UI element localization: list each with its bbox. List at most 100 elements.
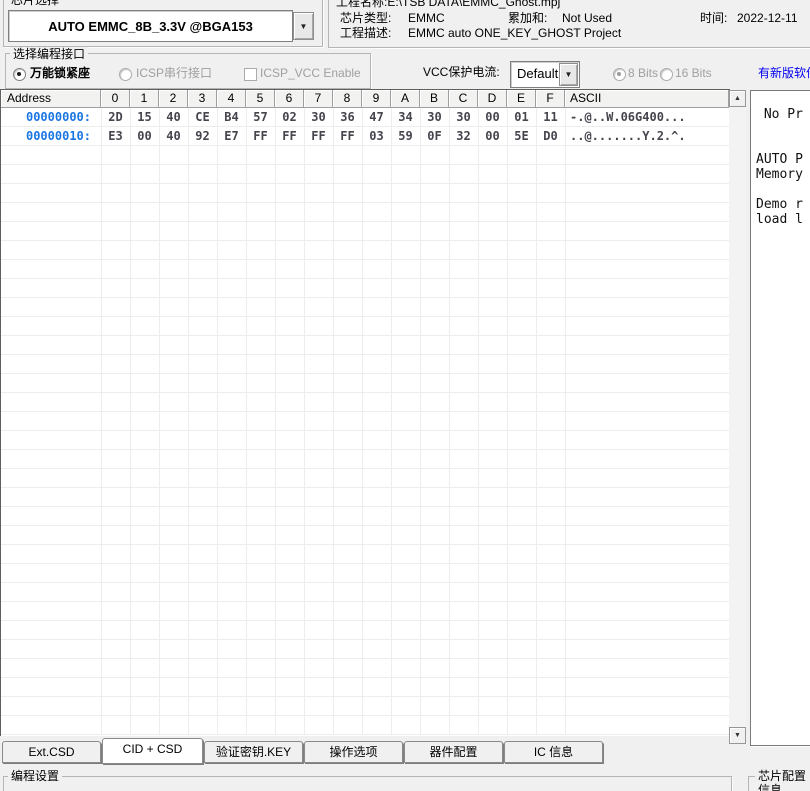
hex-header-cell[interactable]: 0: [101, 90, 130, 108]
hex-row: 00000000:2D1540CEB4570230364734303000011…: [1, 108, 729, 127]
hex-address[interactable]: 00000000:: [1, 108, 101, 127]
hex-header-cell[interactable]: 6: [275, 90, 304, 108]
icsp-vcc-enable-label: ICSP_VCC Enable: [260, 66, 361, 80]
hex-byte-cell[interactable]: FF: [304, 127, 333, 146]
hex-header-cell[interactable]: A: [391, 90, 420, 108]
hex-byte-cell[interactable]: E3: [101, 127, 130, 146]
interface-group-label: 选择编程接口: [10, 47, 88, 61]
hex-byte-cell[interactable]: FF: [275, 127, 304, 146]
hex-header-cell[interactable]: F: [536, 90, 565, 108]
hex-header-cell[interactable]: 9: [362, 90, 391, 108]
tab-verify-key[interactable]: 验证密钥.KEY: [204, 741, 303, 763]
hex-byte-cell[interactable]: FF: [333, 127, 362, 146]
hex-byte-cell[interactable]: 00: [478, 108, 507, 127]
hex-byte-cell[interactable]: 40: [159, 127, 188, 146]
hex-byte-cell[interactable]: 34: [391, 108, 420, 127]
hex-byte-cell[interactable]: 92: [188, 127, 217, 146]
hex-address[interactable]: 00000010:: [1, 127, 101, 146]
hex-byte-cell[interactable]: B4: [217, 108, 246, 127]
hex-byte-cell[interactable]: 40: [159, 108, 188, 127]
hex-byte-cell[interactable]: 00: [130, 127, 159, 146]
hex-header-cell[interactable]: B: [420, 90, 449, 108]
tab-cid-csd[interactable]: CID + CSD: [102, 738, 203, 764]
hex-header-cell[interactable]: 5: [246, 90, 275, 108]
hex-byte-cell[interactable]: 57: [246, 108, 275, 127]
tab-ic-info[interactable]: IC 信息: [504, 741, 603, 763]
vcc-current-label: VCC保护电流:: [423, 65, 500, 79]
hex-byte-cell[interactable]: 00: [478, 127, 507, 146]
scroll-down-button[interactable]: ▼: [729, 727, 746, 744]
hex-byte-cell[interactable]: 32: [449, 127, 478, 146]
vcc-dropdown-button[interactable]: ▼: [559, 63, 578, 86]
hex-header-cell[interactable]: C: [449, 90, 478, 108]
hex-byte-cell[interactable]: 30: [304, 108, 333, 127]
icsp-serial-radio: [119, 68, 132, 81]
chevron-down-icon: ▼: [300, 22, 308, 31]
universal-socket-radio-label[interactable]: 万能锁紧座: [30, 66, 90, 80]
hex-header-cell[interactable]: Address: [1, 90, 101, 108]
hex-row: 00000010:E3004092E7FFFFFFFF03590F32005ED…: [1, 127, 729, 146]
hex-header-cell[interactable]: 7: [304, 90, 333, 108]
hex-byte-cell[interactable]: 59: [391, 127, 420, 146]
hex-byte-cell[interactable]: 03: [362, 127, 391, 146]
vcc-current-value: Default: [517, 66, 558, 81]
app-window: 芯片选择 AUTO EMMC_8B_3.3V @BGA153 ▼ 工程名称:E:…: [0, 0, 810, 791]
hex-byte-cell[interactable]: 36: [333, 108, 362, 127]
hex-grid-vlines: [101, 108, 567, 735]
chip-select-combobox[interactable]: AUTO EMMC_8B_3.3V @BGA153: [8, 10, 293, 42]
hex-byte-cell[interactable]: FF: [246, 127, 275, 146]
time-label: 时间:: [700, 11, 727, 25]
hex-header: Address0123456789ABCDEFASCII: [1, 90, 729, 108]
hex-header-cell[interactable]: D: [478, 90, 507, 108]
hex-header-cell[interactable]: E: [507, 90, 536, 108]
hex-header-cell[interactable]: 4: [217, 90, 246, 108]
icsp-vcc-enable-checkbox: [244, 68, 257, 81]
universal-socket-radio[interactable]: [13, 68, 26, 81]
time-value: 2022-12-11: [737, 11, 798, 25]
hex-header-cell[interactable]: ASCII: [565, 90, 729, 108]
hex-byte-cell[interactable]: 2D: [101, 108, 130, 127]
new-version-link[interactable]: 有新版软件: [758, 66, 810, 80]
hex-header-cell[interactable]: 3: [188, 90, 217, 108]
hex-byte-cell[interactable]: 11: [536, 108, 565, 127]
hex-byte-cell[interactable]: 30: [449, 108, 478, 127]
chip-type-value: EMMC: [408, 11, 445, 25]
hex-byte-cell[interactable]: 47: [362, 108, 391, 127]
scroll-up-icon: ▲: [734, 95, 741, 102]
hex-header-cell[interactable]: 8: [333, 90, 362, 108]
vcc-current-combobox[interactable]: Default ▼: [510, 61, 580, 88]
chip-type-label: 芯片类型:: [340, 11, 391, 25]
hex-byte-cell[interactable]: 30: [420, 108, 449, 127]
hex-header-cell[interactable]: 1: [130, 90, 159, 108]
tab-ext-csd[interactable]: Ext.CSD: [2, 741, 101, 763]
bottom-tabbar: Ext.CSDCID + CSD验证密钥.KEY操作选项器件配置IC 信息: [2, 741, 604, 764]
checksum-label: 累加和:: [508, 11, 547, 25]
hex-byte-cell[interactable]: 01: [507, 108, 536, 127]
hex-byte-cell[interactable]: CE: [188, 108, 217, 127]
hex-byte-cell[interactable]: 02: [275, 108, 304, 127]
chip-select-value: AUTO EMMC_8B_3.3V @BGA153: [48, 19, 253, 34]
hex-byte-cell[interactable]: 15: [130, 108, 159, 127]
bits8-radio-label: 8 Bits: [628, 66, 658, 80]
chip-select-dropdown-button[interactable]: ▼: [293, 12, 314, 40]
hex-header-cell[interactable]: 2: [159, 90, 188, 108]
bits8-radio: [613, 68, 626, 81]
checksum-value: Not Used: [562, 11, 612, 25]
hex-byte-cell[interactable]: D0: [536, 127, 565, 146]
hex-ascii-cell[interactable]: ..@.......Y.2.^.: [565, 127, 729, 146]
bits16-radio: [660, 68, 673, 81]
hex-vertical-scrollbar[interactable]: ▲ ▼: [729, 90, 746, 744]
hex-ascii-cell[interactable]: -.@..W.06G400...: [565, 108, 729, 127]
hex-byte-cell[interactable]: E7: [217, 127, 246, 146]
hex-byte-cell[interactable]: 0F: [420, 127, 449, 146]
programming-settings-label: 编程设置: [8, 769, 62, 783]
project-desc-label: 工程描述:: [340, 26, 391, 40]
tab-operation-options[interactable]: 操作选项: [304, 741, 403, 763]
hex-byte-cell[interactable]: 5E: [507, 127, 536, 146]
programming-settings-group: [3, 776, 732, 791]
project-name-line: 工程名称:E:\TSB DATA\EMMC_Ghost.mpj: [336, 0, 560, 9]
tab-device-config[interactable]: 器件配置: [404, 741, 503, 763]
status-panel: No Pr AUTO P Memory Demo r load l: [750, 90, 810, 746]
scroll-up-button[interactable]: ▲: [729, 90, 746, 107]
status-panel-text: No Pr AUTO P Memory Demo r load l: [751, 91, 810, 227]
